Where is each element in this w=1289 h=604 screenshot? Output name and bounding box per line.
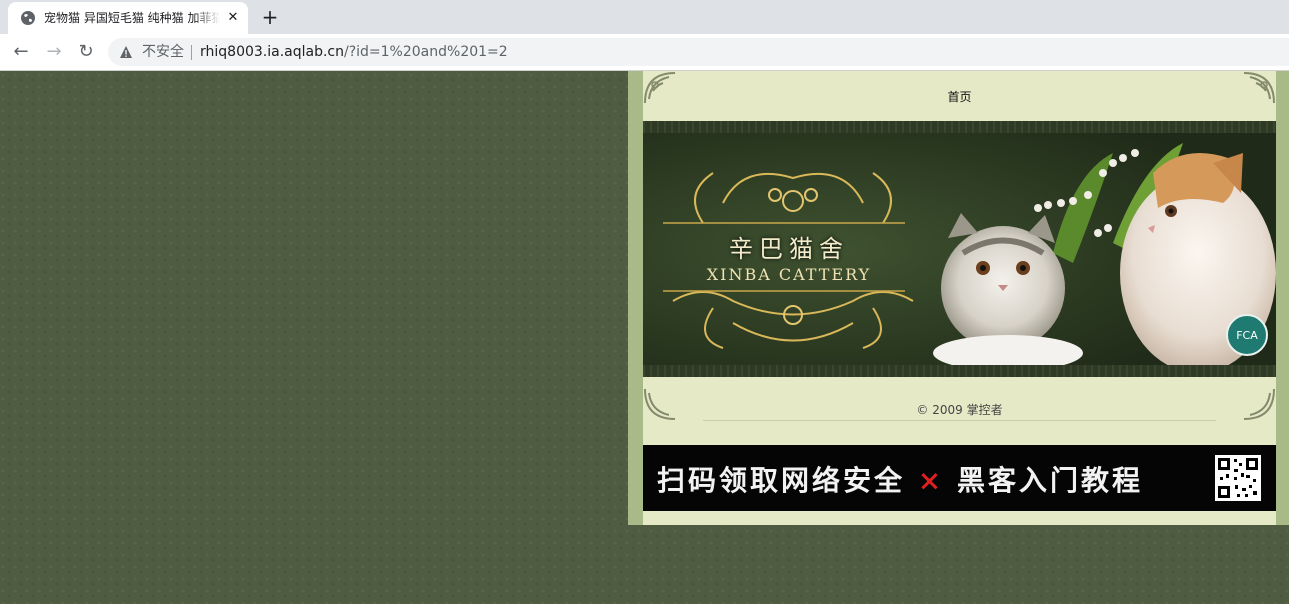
forward-button[interactable]: →	[42, 41, 66, 63]
banner-title-cn: 辛巴猫舍	[729, 235, 849, 263]
banner-badge-text: FCA	[1236, 329, 1258, 342]
ad-text: 扫码领取网络安全 × 黑客入门教程	[657, 459, 1143, 499]
footer-divider	[703, 420, 1216, 421]
security-status[interactable]: 不安全	[142, 44, 184, 60]
back-button[interactable]: ←	[9, 41, 33, 63]
url-host: rhiq8003.ia.aqlab.cn	[200, 44, 344, 60]
new-tab-button[interactable]: +	[258, 6, 282, 28]
site-content: 首页 FCA 辛巴猫舍 XINBA CATTERY © 2009 掌控者 扫码领…	[643, 71, 1276, 525]
ad-text-right: 黑客入门教程	[956, 464, 1143, 497]
browser-toolbar: ← → ↻ 不安全 rhiq8003.ia.aqlab.cn/?id=1%20a…	[0, 34, 1289, 71]
omnibox-divider	[191, 45, 192, 60]
site-nav: 首页	[643, 71, 1276, 121]
nav-home-link[interactable]: 首页	[643, 88, 1276, 105]
tab-bar: 宠物猫 异国短毛猫 纯种猫 加菲猫 ✕ +	[0, 0, 1289, 34]
ad-text-left: 扫码领取网络安全	[657, 464, 906, 497]
globe-icon	[21, 11, 35, 25]
reload-button[interactable]: ↻	[74, 41, 98, 63]
active-tab[interactable]: 宠物猫 异国短毛猫 纯种猫 加菲猫 ✕	[8, 2, 248, 34]
warning-icon	[120, 46, 132, 58]
ad-x: ×	[917, 464, 945, 497]
site-footer: © 2009 掌控者	[643, 381, 1276, 441]
tab-title: 宠物猫 异国短毛猫 纯种猫 加菲猫	[44, 11, 220, 25]
banner-title-en: XINBA CATTERY	[706, 265, 872, 284]
ad-banner[interactable]: 扫码领取网络安全 × 黑客入门教程	[643, 445, 1276, 511]
site-container: 首页 FCA 辛巴猫舍 XINBA CATTERY © 2009 掌控者 扫码领…	[628, 71, 1289, 525]
url-path: /?id=1%20and%201=2	[344, 44, 508, 60]
banner-image: FCA 辛巴猫舍 XINBA CATTERY	[643, 133, 1276, 365]
url-text[interactable]: rhiq8003.ia.aqlab.cn/?id=1%20and%201=2	[200, 44, 508, 60]
address-bar[interactable]: 不安全 rhiq8003.ia.aqlab.cn/?id=1%20and%201…	[108, 38, 1289, 66]
copyright-text: © 2009 掌控者	[916, 403, 1003, 417]
close-tab-icon[interactable]: ✕	[224, 9, 242, 27]
qr-code-icon	[1215, 455, 1261, 501]
banner-frame: FCA 辛巴猫舍 XINBA CATTERY	[643, 121, 1276, 377]
